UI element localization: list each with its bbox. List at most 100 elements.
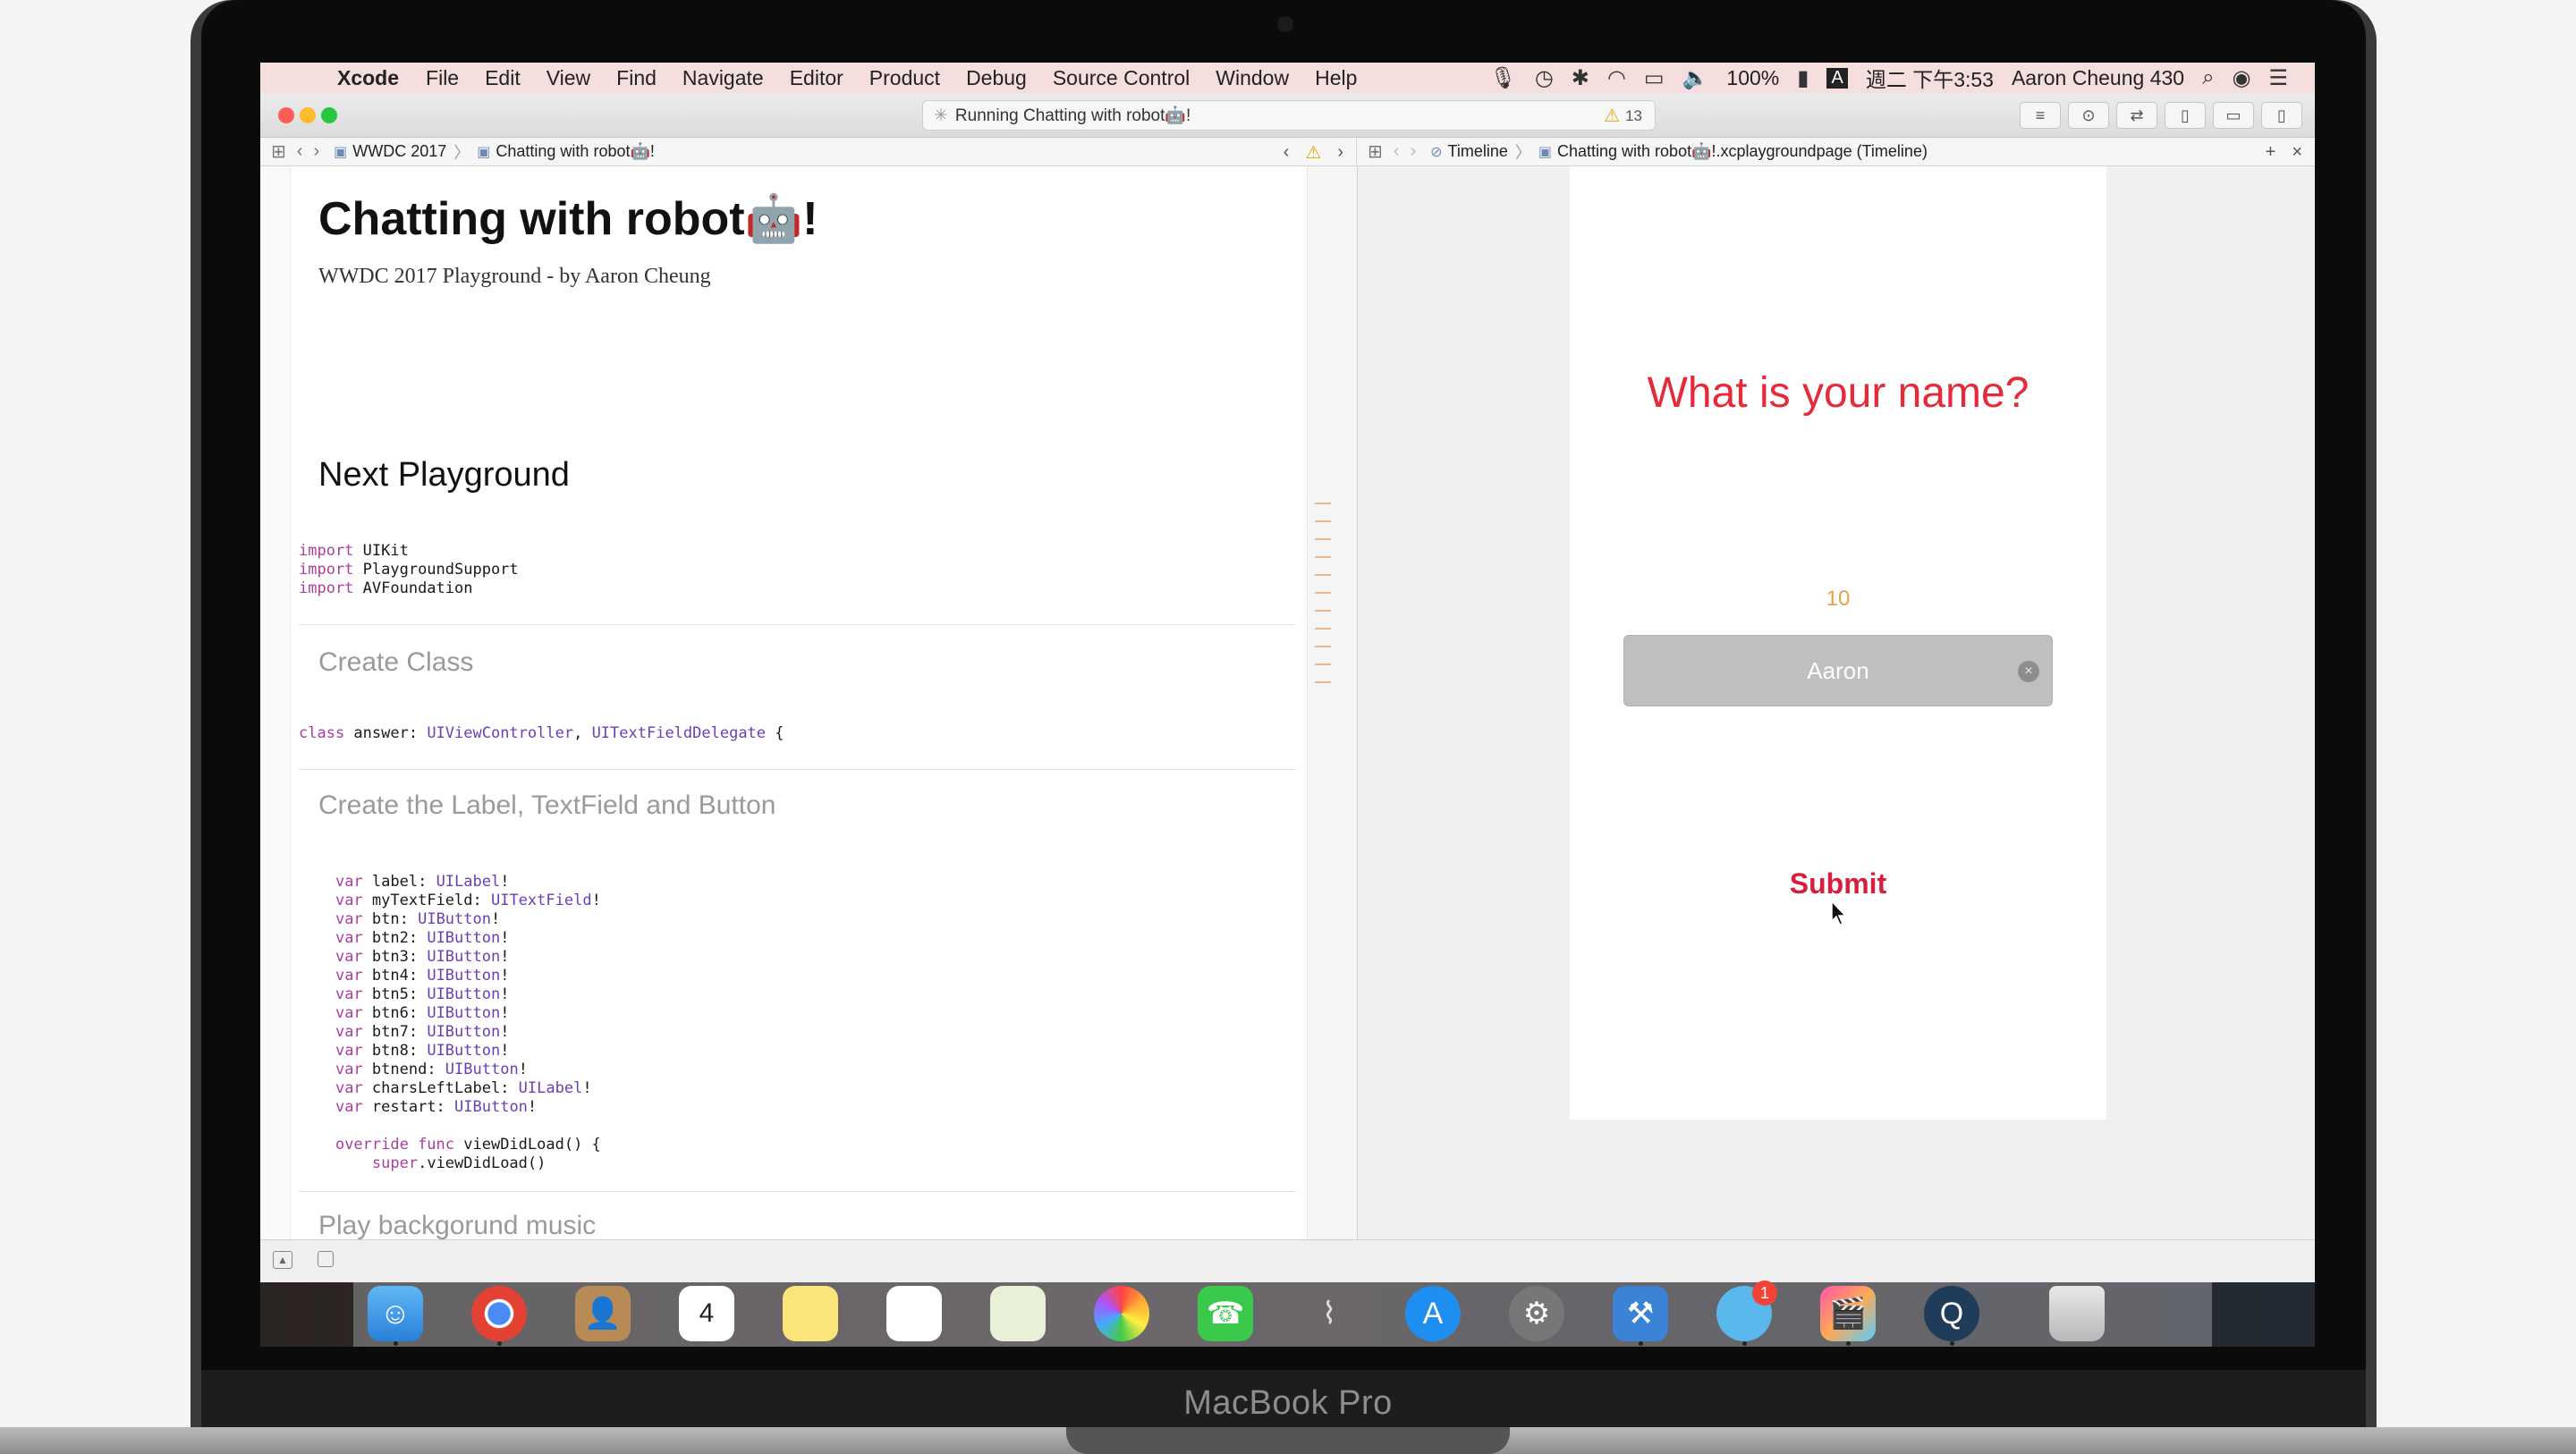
menu-source-control[interactable]: Source Control — [1053, 66, 1190, 90]
menu-view[interactable]: View — [547, 66, 590, 90]
run-playground-icon[interactable] — [318, 1251, 334, 1267]
breadcrumb-playground[interactable]: WWDC 2017 — [352, 142, 446, 161]
keynote-icon[interactable]: ⌇ — [1301, 1286, 1357, 1341]
utilities-toggle-icon[interactable]: ▯ — [2261, 102, 2302, 129]
menu-bar: Xcode File Edit View Find Navigate Edito… — [260, 63, 2315, 93]
wifi-icon[interactable]: ◠ — [1607, 65, 1626, 91]
screen-photo: Xcode File Edit View Find Navigate Edito… — [0, 0, 2576, 1454]
standard-editor-icon[interactable]: ≡ — [2020, 102, 2061, 129]
navigator-toggle-icon[interactable]: ▯ — [2165, 102, 2206, 129]
app-store-icon[interactable]: A — [1405, 1286, 1461, 1341]
spinner-icon: ✳ — [934, 106, 948, 125]
clear-text-icon[interactable]: × — [2018, 661, 2039, 682]
tweetbot-icon[interactable]: 1 — [1716, 1281, 1777, 1341]
minimap-marker — [1315, 610, 1331, 612]
breadcrumb-page[interactable]: Chatting with robot🤖! — [496, 142, 655, 161]
airplay-icon[interactable]: ▭ — [1644, 65, 1665, 91]
version-editor-icon[interactable]: ⇄ — [2116, 102, 2157, 129]
warning-indicator[interactable]: ⚠ 13 — [1604, 105, 1642, 127]
related-items-icon[interactable]: ⊞ — [271, 140, 286, 163]
next-playground-link[interactable]: Next Playground — [318, 456, 570, 495]
photos-icon[interactable] — [1094, 1286, 1149, 1341]
section-heading-create-class: Create Class — [318, 647, 474, 677]
add-editor-icon[interactable]: + — [2266, 142, 2276, 163]
chars-left-label: 10 — [1826, 587, 1851, 611]
debug-area-toggle-icon[interactable]: ▭ — [2213, 102, 2254, 129]
assistant-editor-icon[interactable]: ⊙ — [2068, 102, 2109, 129]
siri-icon[interactable]: ◉ — [2233, 65, 2251, 91]
minimize-window-button[interactable] — [300, 107, 316, 123]
close-editor-icon[interactable]: × — [2292, 142, 2302, 163]
running-indicator — [497, 1341, 502, 1346]
submit-button[interactable]: Submit — [1570, 867, 2106, 900]
menubar-extras: 🎙 ◷ ✱ ◠ ▭ 🔈 100% ▮ A 週二 下午3:53 Aaron Che… — [1489, 63, 2288, 93]
contacts-icon[interactable]: 👤 — [575, 1286, 631, 1341]
zoom-window-button[interactable] — [321, 107, 337, 123]
breadcrumb-timeline[interactable]: Timeline — [1448, 142, 1508, 161]
name-input[interactable] — [1624, 636, 2052, 706]
volume-icon[interactable]: 🔈 — [1682, 65, 1709, 91]
notification-center-icon[interactable]: ☰ — [2268, 65, 2288, 91]
menubar-user[interactable]: Aaron Cheung 430 — [2012, 66, 2184, 90]
menu-window[interactable]: Window — [1216, 66, 1289, 90]
final-cut-pro-icon[interactable]: 🎬 — [1820, 1286, 1876, 1341]
menu-debug[interactable]: Debug — [966, 66, 1027, 90]
code-imports[interactable]: import UIKit import PlaygroundSupport im… — [299, 542, 519, 598]
menu-product[interactable]: Product — [869, 66, 940, 90]
section-heading-music: Play backgorund music — [318, 1211, 597, 1240]
close-window-button[interactable] — [278, 107, 294, 123]
editor-jump-bar: ⊞ ‹ › ▣ WWDC 2017 〉 ▣ Chatting with robo… — [260, 138, 1357, 166]
facetime-icon[interactable]: ☎ — [1198, 1286, 1253, 1341]
time-machine-icon[interactable]: ◷ — [1535, 65, 1554, 91]
back-arrow-icon[interactable]: ‹ — [297, 141, 303, 162]
trash-icon[interactable] — [2049, 1286, 2105, 1341]
spotlight-search-icon[interactable]: ⌕ — [2202, 65, 2214, 90]
notes-icon[interactable] — [783, 1286, 838, 1341]
menu-find[interactable]: Find — [616, 66, 657, 90]
battery-percent[interactable]: 100% — [1726, 66, 1779, 90]
window-titlebar: ✳ Running Chatting with robot🤖! ⚠ 13 ≡ ⊙… — [260, 93, 2315, 138]
assistant-forward-arrow-icon[interactable]: › — [1410, 141, 1416, 162]
assistant-back-arrow-icon[interactable]: ‹ — [1394, 141, 1400, 162]
menu-file[interactable]: File — [426, 66, 459, 90]
assistant-actions: + × — [2266, 138, 2302, 166]
bluetooth-icon[interactable]: ✱ — [1572, 65, 1589, 91]
menu-help[interactable]: Help — [1315, 66, 1357, 90]
menu-editor[interactable]: Editor — [790, 66, 843, 90]
quicktime-icon[interactable]: Q — [1924, 1286, 1979, 1341]
menu-app-name[interactable]: Xcode — [337, 66, 399, 90]
xcode-icon[interactable]: ⚒ — [1613, 1286, 1668, 1341]
menu-edit[interactable]: Edit — [485, 66, 521, 90]
reminders-icon[interactable] — [886, 1286, 942, 1341]
system-preferences-icon[interactable]: ⚙ — [1509, 1286, 1564, 1341]
maps-icon[interactable] — [990, 1286, 1046, 1341]
running-indicator — [394, 1341, 398, 1346]
code-class-declaration[interactable]: class answer: UIViewController, UITextFi… — [299, 724, 784, 743]
menu-navigate[interactable]: Navigate — [682, 66, 764, 90]
chrome-icon[interactable] — [471, 1286, 527, 1341]
microphone-icon[interactable]: 🎙 — [1489, 65, 1516, 91]
assistant-related-items-icon[interactable]: ⊞ — [1368, 140, 1383, 163]
breadcrumb-timeline-page[interactable]: Chatting with robot🤖!.xcplaygroundpage (… — [1557, 142, 1928, 161]
running-indicator — [1950, 1341, 1954, 1346]
calendar-icon[interactable]: 4 — [679, 1286, 734, 1341]
next-issue-icon[interactable]: › — [1337, 142, 1343, 163]
input-method-indicator[interactable]: A — [1826, 67, 1848, 89]
source-editor[interactable]: Chatting with robot🤖! WWDC 2017 Playgrou… — [260, 166, 1357, 1240]
issue-warning-icon[interactable]: ⚠ — [1305, 141, 1321, 164]
previous-issue-icon[interactable]: ‹ — [1284, 142, 1290, 163]
battery-icon[interactable]: ▮ — [1797, 65, 1809, 91]
minimap-marker — [1315, 574, 1331, 576]
code-properties[interactable]: var label: UILabel! var myTextField: UIT… — [299, 873, 601, 1173]
warning-icon: ⚠ — [1604, 106, 1621, 126]
finder-icon[interactable]: ☺ — [368, 1286, 423, 1341]
live-view: What is your name? 10 × Submit — [1570, 166, 2106, 1120]
name-text-field[interactable]: × — [1623, 635, 2053, 706]
editor-minimap[interactable] — [1307, 166, 1357, 1239]
mouse-pointer-icon — [1831, 900, 1847, 926]
forward-arrow-icon[interactable]: › — [313, 141, 319, 162]
dock: ☺ 👤 4 ☎ ⌇ A ⚙ ⚒ 1 🎬 Q — [260, 1281, 2315, 1347]
menubar-clock[interactable]: 週二 下午3:53 — [1866, 63, 1994, 93]
page-title: Chatting with robot🤖! — [318, 193, 818, 245]
show-debug-area-icon[interactable]: ▲ — [273, 1251, 292, 1269]
